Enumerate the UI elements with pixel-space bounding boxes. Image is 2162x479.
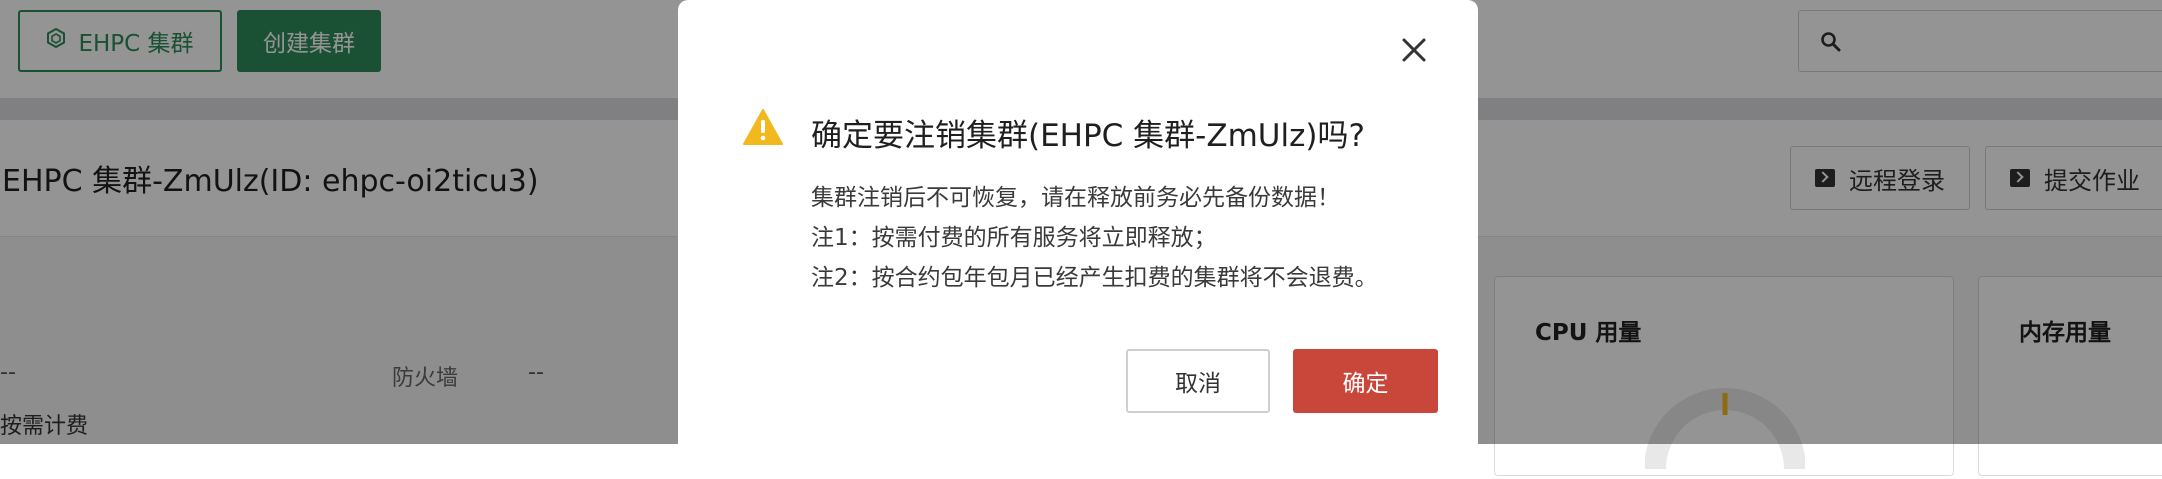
dialog-note-2: 注2：按合约包年包月已经产生扣费的集群将不会退费。 [811, 265, 1378, 291]
close-icon[interactable] [1398, 34, 1430, 66]
dialog-message: 集群注销后不可恢复，请在释放前务必先备份数据！ [811, 185, 1340, 211]
dialog-title: 确定要注销集群(EHPC 集群-ZmUlz)吗? [811, 118, 1365, 154]
cancel-button[interactable]: 取消 [1126, 349, 1270, 413]
confirm-button[interactable]: 确定 [1293, 349, 1438, 413]
warning-icon [742, 108, 784, 150]
dialog-note-1: 注1：按需付费的所有服务将立即释放； [811, 225, 1217, 251]
confirm-dialog: 确定要注销集群(EHPC 集群-ZmUlz)吗? 集群注销后不可恢复，请在释放前… [678, 0, 1478, 460]
